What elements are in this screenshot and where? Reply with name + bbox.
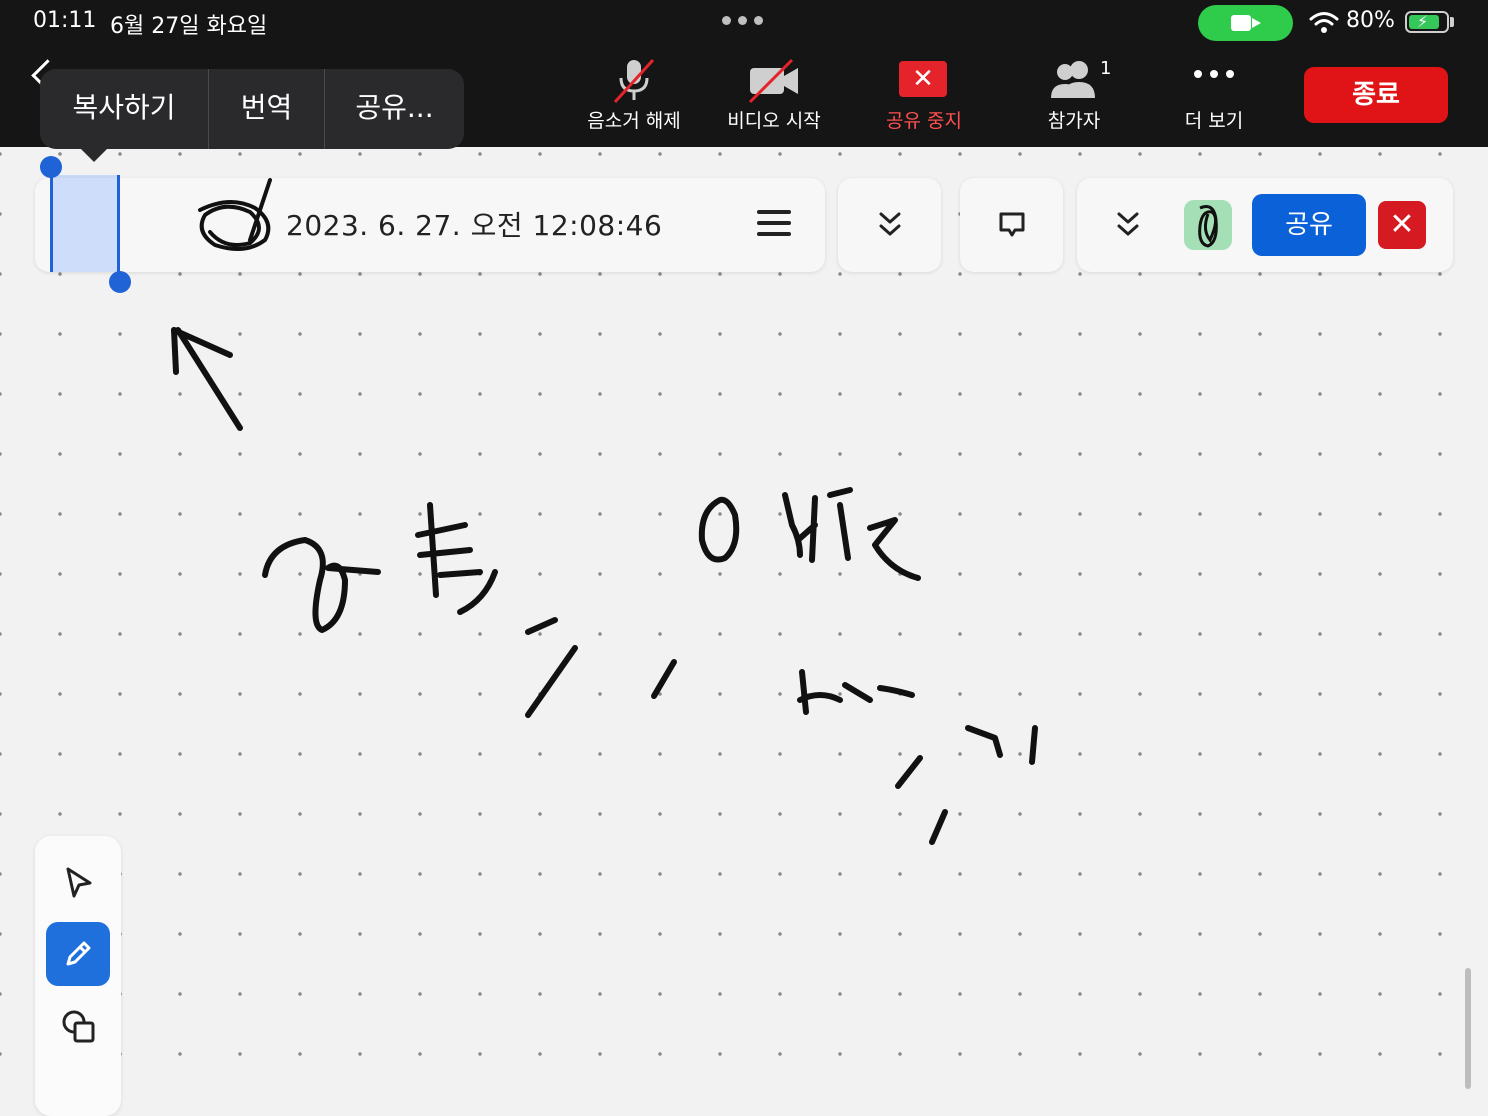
vertical-scrollbar[interactable] [1465,968,1471,1089]
select-tool[interactable] [46,850,110,914]
pen-tool[interactable] [46,922,110,986]
pointer-icon [66,867,92,898]
tool-palette [35,836,121,1116]
shapes-tool[interactable] [46,994,110,1058]
shapes-icon [62,1010,95,1043]
handwriting-drawing [171,178,1038,845]
pen-icon [66,941,91,966]
